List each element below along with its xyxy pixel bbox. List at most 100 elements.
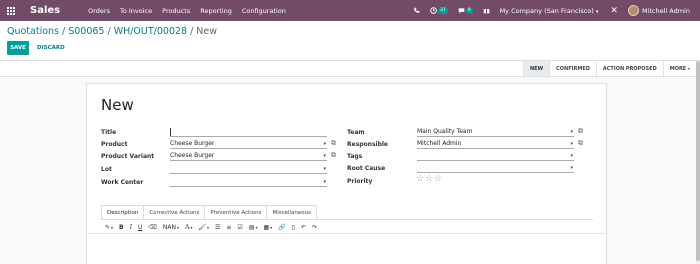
phone-icon[interactable] bbox=[413, 7, 420, 14]
product-value: Cheese Burger bbox=[170, 140, 215, 147]
chevron-down-icon: ▾ bbox=[111, 224, 114, 230]
title-field[interactable] bbox=[170, 128, 327, 137]
responsible-field[interactable]: Mitchell Admin ▾ bbox=[417, 140, 574, 149]
tab-corrective-actions[interactable]: Corrective Actions bbox=[143, 205, 206, 219]
menu-item-products[interactable]: Products bbox=[162, 7, 190, 15]
team-field[interactable]: Main Quality Team ▾ bbox=[417, 128, 574, 137]
product-variant-value: Cheese Burger bbox=[170, 152, 215, 159]
external-link-icon[interactable]: ⧉ bbox=[331, 151, 336, 160]
chat-icon[interactable]: 9 bbox=[458, 7, 473, 14]
table-dropdown[interactable]: ▦ ▾ bbox=[264, 224, 273, 231]
chevron-down-icon: ▾ bbox=[206, 224, 209, 230]
highlight-dropdown[interactable]: 🖌 ▾ bbox=[198, 224, 209, 231]
breadcrumb-picking[interactable]: WH/OUT/00028 bbox=[114, 26, 187, 37]
italic-icon[interactable]: I bbox=[130, 224, 132, 231]
align-icon: ▤ bbox=[248, 223, 255, 231]
apps-menu-icon[interactable] bbox=[0, 0, 22, 21]
menu-item-configuration[interactable]: Configuration bbox=[242, 7, 286, 15]
bullet-list-icon[interactable]: ☰ bbox=[215, 224, 220, 231]
external-link-icon[interactable]: ⧉ bbox=[331, 139, 336, 148]
font-color-dropdown[interactable]: A ▾ bbox=[185, 224, 192, 231]
user-menu[interactable]: Mitchell Admin bbox=[642, 7, 690, 15]
product-label: Product bbox=[101, 141, 128, 148]
tags-label: Tags bbox=[347, 153, 363, 160]
style-dropdown[interactable]: ✎ ▾ bbox=[105, 224, 113, 231]
gift-icon[interactable] bbox=[483, 7, 490, 14]
activity-badge: 37 bbox=[437, 7, 448, 14]
product-variant-label: Product Variant bbox=[101, 153, 155, 160]
avatar[interactable] bbox=[627, 5, 639, 16]
eraser-icon[interactable]: ⌫ bbox=[148, 224, 156, 231]
product-variant-field[interactable]: Cheese Burger ▾ bbox=[170, 152, 327, 161]
chevron-down-icon: ▾ bbox=[255, 224, 258, 230]
file-icon[interactable]: ▯ bbox=[292, 224, 295, 231]
responsible-label: Responsible bbox=[347, 141, 388, 148]
discard-button[interactable]: DISCARD bbox=[37, 41, 65, 55]
work-center-label: Work Center bbox=[101, 179, 144, 186]
breadcrumb-quotations[interactable]: Quotations bbox=[7, 26, 59, 37]
title-label: Title bbox=[101, 129, 117, 136]
chevron-down-icon[interactable]: ▾ bbox=[323, 152, 326, 160]
tab-miscellaneous[interactable]: Miscellaneous bbox=[266, 205, 318, 219]
activity-icon[interactable]: 37 bbox=[430, 7, 448, 14]
chevron-down-icon[interactable]: ▾ bbox=[323, 140, 326, 148]
star-icon[interactable]: ☆ bbox=[416, 174, 425, 184]
checklist-icon[interactable]: ☑ bbox=[237, 224, 242, 231]
numbered-list-icon[interactable]: ≡ bbox=[226, 224, 231, 231]
app-brand[interactable]: Sales bbox=[30, 5, 60, 16]
chevron-down-icon[interactable]: ▾ bbox=[323, 165, 326, 173]
responsible-value: Mitchell Admin bbox=[417, 140, 462, 147]
top-navbar: Sales Orders To Invoice Products Reporti… bbox=[0, 0, 700, 21]
link-icon[interactable]: 🔗 bbox=[278, 224, 285, 231]
external-link-icon[interactable]: ⧉ bbox=[578, 127, 583, 136]
lot-field[interactable]: ▾ bbox=[170, 165, 327, 174]
star-icon[interactable]: ☆ bbox=[425, 174, 434, 184]
font-size-dropdown[interactable]: NAN ▾ bbox=[163, 224, 179, 231]
stage-new[interactable]: NEW bbox=[522, 61, 550, 76]
product-field[interactable]: Cheese Burger ▾ bbox=[170, 140, 327, 149]
tags-field[interactable]: ▾ bbox=[417, 152, 574, 161]
undo-icon[interactable]: ↶ bbox=[301, 224, 306, 231]
company-name: My Company (San Francisco) bbox=[499, 6, 594, 15]
chat-badge: 9 bbox=[465, 7, 473, 14]
brush-icon: 🖌 bbox=[198, 223, 206, 231]
team-value: Main Quality Team bbox=[417, 128, 473, 135]
menu-item-reporting[interactable]: Reporting bbox=[200, 7, 232, 15]
tab-description[interactable]: Description bbox=[101, 205, 145, 219]
chevron-down-icon[interactable]: ▾ bbox=[570, 128, 573, 136]
stage-action-proposed[interactable]: ACTION PROPOSED bbox=[595, 61, 663, 76]
save-button[interactable]: SAVE bbox=[7, 41, 29, 55]
stage-confirmed[interactable]: CONFIRMED bbox=[549, 61, 596, 76]
chevron-down-icon[interactable]: ▾ bbox=[323, 178, 326, 186]
font-color-icon: A bbox=[185, 223, 190, 231]
stage-more-dropdown[interactable]: MORE ▾ bbox=[662, 61, 696, 76]
tab-divider bbox=[101, 219, 593, 220]
underline-icon[interactable]: U bbox=[138, 224, 142, 231]
table-icon: ▦ bbox=[263, 223, 270, 231]
bold-icon[interactable]: B bbox=[119, 224, 124, 231]
navbar-systray: 37 9 My Company (San Francisco) ▾ ✕ Mitc… bbox=[413, 0, 700, 21]
redo-icon[interactable]: ↷ bbox=[312, 224, 317, 231]
stage-selector: NEW CONFIRMED ACTION PROPOSED MORE ▾ bbox=[522, 61, 696, 76]
star-icon[interactable]: ☆ bbox=[434, 174, 443, 184]
lot-label: Lot bbox=[101, 166, 112, 173]
company-switcher[interactable]: My Company (San Francisco) ▾ bbox=[500, 7, 599, 15]
debug-close-icon[interactable]: ✕ bbox=[610, 6, 618, 16]
menu-item-orders[interactable]: Orders bbox=[88, 7, 110, 15]
menu-item-to-invoice[interactable]: To Invoice bbox=[120, 7, 152, 15]
chevron-down-icon: ▾ bbox=[176, 224, 179, 230]
page-title: New bbox=[101, 96, 134, 114]
breadcrumb-sale-order[interactable]: S00065 bbox=[68, 26, 104, 37]
external-link-icon[interactable]: ⧉ bbox=[578, 139, 583, 148]
magic-wand-icon: ✎ bbox=[105, 223, 111, 231]
chevron-down-icon[interactable]: ▾ bbox=[570, 140, 573, 148]
priority-label: Priority bbox=[347, 178, 373, 185]
work-center-field[interactable]: ▾ bbox=[170, 178, 327, 187]
chevron-down-icon[interactable]: ▾ bbox=[570, 152, 573, 160]
scrollbar-thumb[interactable] bbox=[696, 61, 700, 261]
tab-preventive-actions[interactable]: Preventive Actions bbox=[204, 205, 268, 219]
align-dropdown[interactable]: ▤ ▾ bbox=[249, 224, 258, 231]
scrollbar[interactable] bbox=[696, 61, 700, 264]
root-cause-field[interactable]: ▾ bbox=[417, 164, 574, 173]
chevron-down-icon[interactable]: ▾ bbox=[570, 164, 573, 172]
